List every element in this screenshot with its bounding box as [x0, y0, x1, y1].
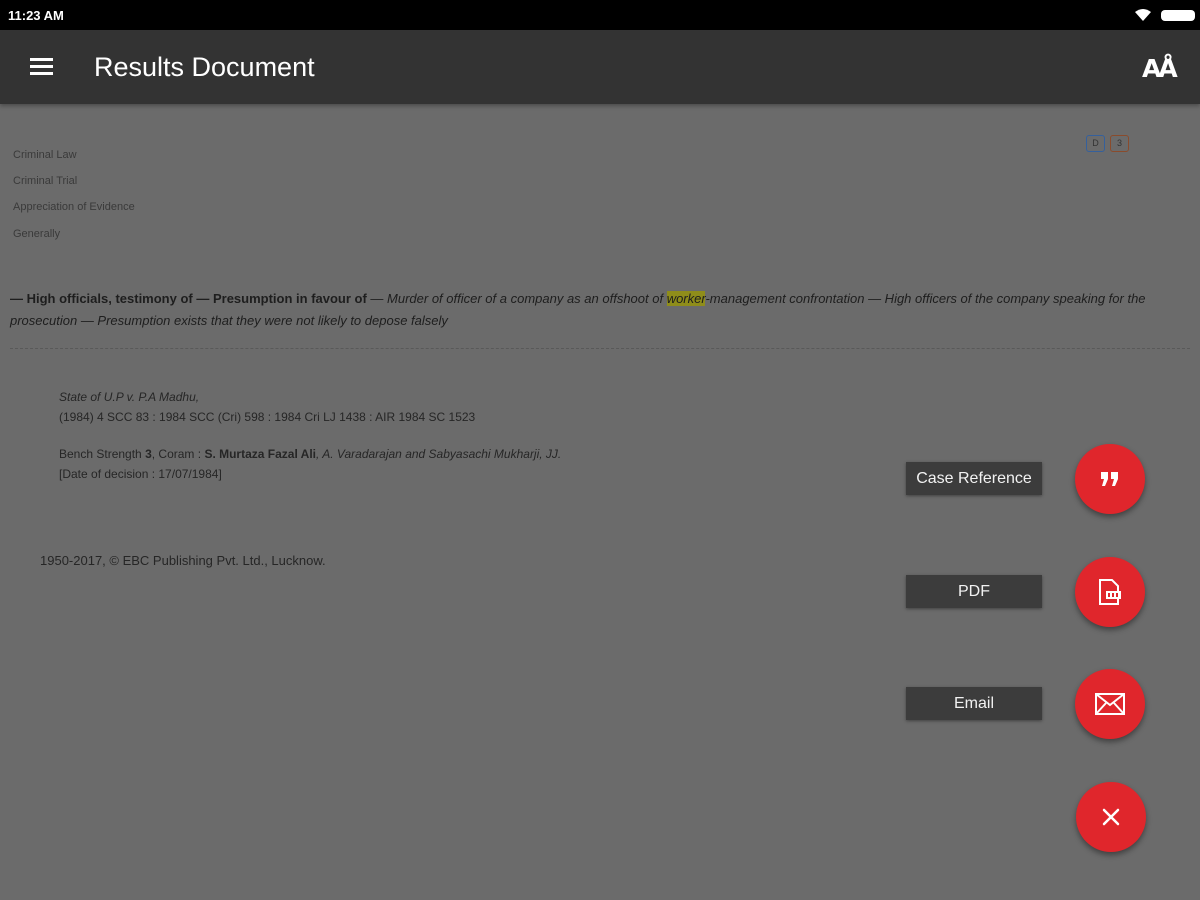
battery-icon	[1161, 10, 1195, 21]
case-reporters: (1984) 4 SCC 83 : 1984 SCC (Cri) 598 : 1…	[59, 410, 476, 424]
search-highlight: worker	[666, 291, 706, 306]
doc-badges: D3	[1086, 133, 1134, 152]
headnote: — High officials, testimony of — Presump…	[10, 288, 1195, 332]
topic-label: Generally	[13, 228, 61, 240]
pdf-button[interactable]	[1075, 557, 1145, 627]
case-reference-label[interactable]: Case Reference	[906, 462, 1042, 495]
divider	[10, 348, 1190, 349]
status-time: 11:23 AM	[8, 8, 64, 23]
pdf-icon	[1099, 579, 1121, 605]
email-button[interactable]	[1075, 669, 1145, 739]
close-icon	[1102, 808, 1120, 826]
headnote-bold: — High officials, testimony of — Presump…	[10, 291, 367, 306]
decision-date: [Date of decision : 17/07/1984]	[59, 467, 222, 481]
pdf-label[interactable]: PDF	[906, 575, 1042, 608]
case-reference-button[interactable]	[1075, 444, 1145, 514]
text-size-icon[interactable]: AÅ	[1142, 54, 1178, 83]
topic-label: Appreciation of Evidence	[13, 201, 135, 213]
menu-icon[interactable]	[30, 58, 54, 76]
badge-3[interactable]: 3	[1110, 135, 1129, 152]
app-bar: Results Document AÅ	[0, 30, 1200, 104]
headnote-italic: — Murder of officer of a company as an o…	[366, 291, 667, 306]
wifi-icon	[1135, 9, 1151, 21]
document-content: Criminal Law Criminal Trial Appreciation…	[0, 104, 1200, 900]
badge-d[interactable]: D	[1086, 135, 1105, 152]
email-icon	[1095, 693, 1125, 715]
close-button[interactable]	[1076, 782, 1146, 852]
quote-icon	[1101, 472, 1118, 486]
topic-label: Criminal Law	[13, 149, 77, 161]
email-label[interactable]: Email	[906, 687, 1042, 720]
copyright-text: 1950-2017, © EBC Publishing Pvt. Ltd., L…	[40, 553, 326, 568]
status-bar: 11:23 AM	[0, 0, 1200, 30]
page-title: Results Document	[94, 52, 315, 82]
case-name: State of U.P v. P.A Madhu,	[59, 390, 200, 404]
bench-coram: Bench Strength 3, Coram : S. Murtaza Faz…	[59, 447, 562, 461]
topic-label: Criminal Trial	[13, 175, 78, 187]
